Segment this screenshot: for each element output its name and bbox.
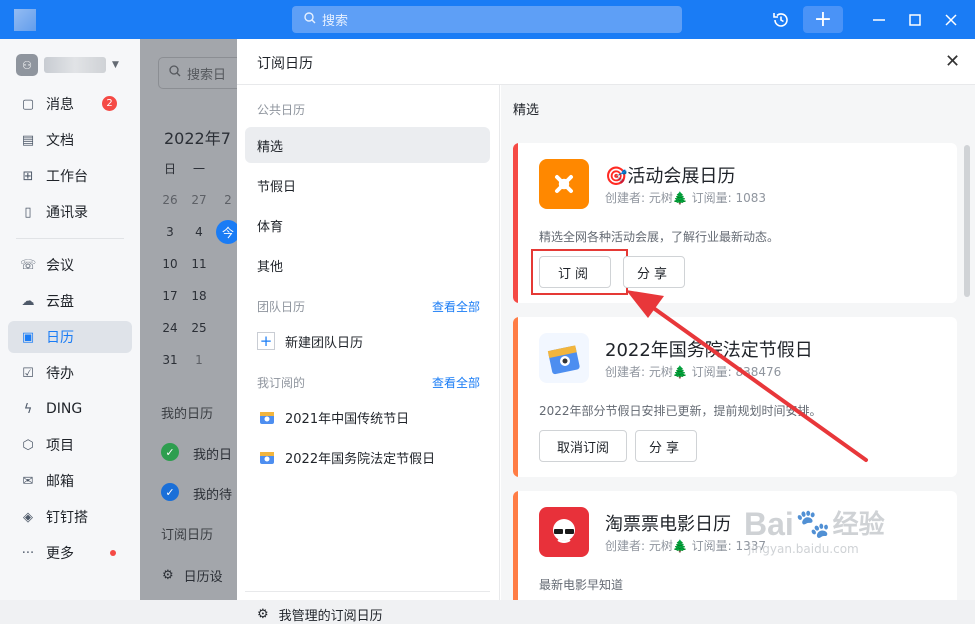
gear-icon: ⚙: [257, 607, 269, 622]
paw-icon: 🐾: [795, 508, 831, 539]
baidu-watermark: Bai 🐾 经验 jingyan.baidu.com: [744, 508, 885, 556]
watermark-brand2: 经验: [832, 509, 885, 539]
watermark-brand: Bai: [744, 506, 794, 542]
manage-subscriptions-link[interactable]: ⚙ 我管理的订阅日历: [257, 605, 383, 624]
manage-subscriptions-label: 我管理的订阅日历: [278, 609, 383, 624]
watermark-url: jingyan.baidu.com: [748, 542, 859, 556]
